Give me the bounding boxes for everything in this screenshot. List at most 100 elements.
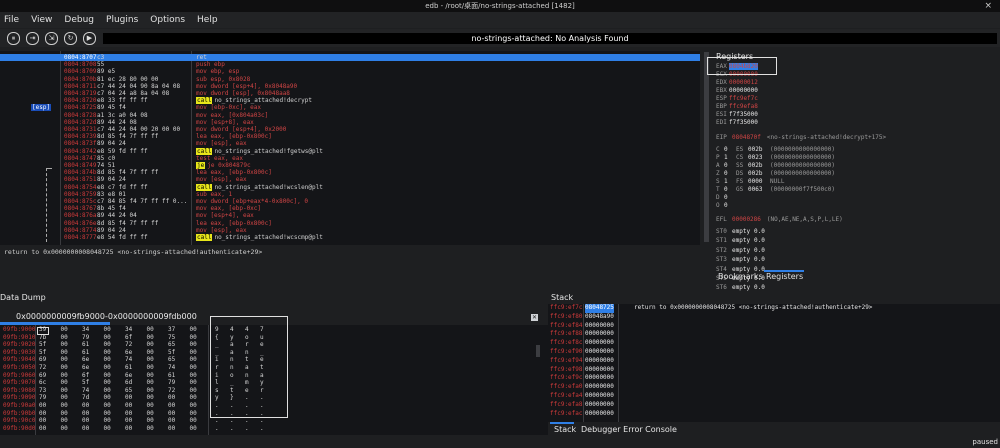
dump-ascii-char[interactable]: . [260, 425, 264, 432]
dump-byte[interactable]: 00 [190, 402, 197, 409]
register-value[interactable]: ffc9ef7c [729, 95, 758, 102]
segment-value[interactable]: 002b [748, 162, 770, 169]
register-value[interactable]: f7f35000 [729, 119, 758, 126]
dump-byte[interactable]: 00 [61, 364, 68, 371]
stack-value[interactable]: 00000000 [585, 348, 614, 357]
flag-value[interactable]: 0 [724, 146, 736, 153]
dump-byte[interactable]: 00 [190, 356, 197, 363]
dump-byte[interactable]: 00 [82, 402, 89, 409]
stack-value[interactable]: 08048a90 [585, 313, 614, 322]
menu-item-options[interactable]: Options [150, 15, 185, 25]
register-value[interactable]: 0804870f [732, 134, 761, 141]
dump-ascii-char[interactable]: . [245, 425, 249, 432]
flag-value[interactable]: 0 [724, 194, 736, 201]
disassembly-row[interactable]: 0804:8708 55 push ebp [0, 61, 700, 68]
dump-byte[interactable]: 00 [168, 417, 175, 424]
dump-byte[interactable]: 6e [82, 364, 89, 371]
stack-value[interactable]: 00000000 [585, 374, 614, 383]
dump-byte[interactable]: 34 [125, 326, 132, 333]
flag-segment-row[interactable]: O0 [716, 202, 770, 209]
dump-byte[interactable]: 00 [104, 387, 111, 394]
disassembly-row[interactable]: 0804:8711 c7 44 24 04 90 8a 04 08 mov dwor… [0, 83, 700, 90]
dump-byte[interactable]: 72 [39, 364, 46, 371]
disassembly-row[interactable]: 0804:8709 89 e5 mov ebp, esp [0, 68, 700, 75]
menu-item-view[interactable]: View [31, 15, 52, 25]
dump-byte[interactable]: 6e [82, 356, 89, 363]
dump-byte[interactable]: 79 [168, 379, 175, 386]
disassembly-view[interactable]: 0804:8707 c3 ret 0804:8708 55 push ebp 0804:87… [0, 51, 700, 245]
flag-segment-row[interactable]: Z 0 DS 002b (0000000000000000) [716, 170, 835, 177]
flag-segment-row[interactable]: S 1 FS 0000 NULL [716, 178, 784, 185]
dump-byte[interactable]: 34 [82, 326, 89, 333]
dump-byte[interactable]: 00 [190, 341, 197, 348]
dump-byte[interactable]: 7d [82, 394, 89, 401]
dump-byte[interactable]: 00 [104, 364, 111, 371]
dump-byte[interactable]: 73 [39, 387, 46, 394]
dump-byte[interactable]: 6f [82, 372, 89, 379]
dump-byte[interactable]: 00 [190, 387, 197, 394]
dump-byte[interactable]: 00 [61, 326, 68, 333]
dump-byte[interactable]: 6c [39, 379, 46, 386]
dump-byte[interactable]: 00 [39, 410, 46, 417]
dump-byte[interactable]: 00 [61, 394, 68, 401]
disassembly-row[interactable]: 0804:8739 8d 85 f4 7f ff ff lea eax, [ebp-… [0, 133, 700, 140]
dump-byte[interactable]: 00 [104, 417, 111, 424]
register-value[interactable]: 00000286 [732, 216, 761, 223]
dump-byte[interactable]: 00 [147, 372, 154, 379]
flag-segment-row[interactable]: T 0 GS 0063 (00000000f7f500c0) [716, 186, 835, 193]
dump-byte[interactable]: 74 [125, 356, 132, 363]
tab-registers[interactable]: Registers [766, 272, 803, 281]
register-efl[interactable]: EFL 00000286 (NO,AE,NE,A,S,P,L,LE) [716, 216, 843, 223]
dump-byte[interactable]: 00 [190, 425, 197, 432]
dump-byte[interactable]: 69 [39, 372, 46, 379]
dump-byte[interactable]: 00 [39, 425, 46, 432]
stack-row[interactable]: ffc9:efa0 00000000 [548, 383, 1000, 392]
disassembly-row[interactable]: 0804:8707 c3 ret [0, 54, 700, 62]
dump-byte[interactable]: 00 [125, 394, 132, 401]
dump-byte[interactable]: 72 [168, 387, 175, 394]
disassembly-row[interactable]: 0804:875c c7 84 85 f4 7f ff ff 0... mov dw… [0, 198, 700, 205]
register-edx[interactable]: EDX 00000012 [716, 79, 758, 86]
dump-byte[interactable]: 00 [125, 417, 132, 424]
disassembly-scrollbar[interactable] [704, 52, 709, 242]
register-esi[interactable]: ESI f7f35000 [716, 111, 758, 118]
disassembly-row[interactable]: 0804:872d 89 44 24 08 mov [esp+8], eax [0, 119, 700, 126]
stack-row[interactable]: ffc9:efa8 00000000 [548, 401, 1000, 410]
flag-segment-row[interactable]: C 0 ES 002b (0000000000000000) [716, 146, 835, 153]
dump-byte[interactable]: 65 [168, 356, 175, 363]
dump-byte[interactable]: 00 [104, 379, 111, 386]
menu-item-help[interactable]: Help [197, 15, 218, 25]
dump-row[interactable]: 09fb:90c0 00 00 00 00 00 00 00 00.... [0, 417, 548, 424]
dump-byte[interactable]: 75 [168, 334, 175, 341]
dump-byte[interactable]: 00 [190, 334, 197, 341]
dump-byte[interactable]: 00 [104, 341, 111, 348]
dump-byte[interactable]: 61 [82, 349, 89, 356]
dump-byte[interactable]: 6f [125, 334, 132, 341]
dump-byte[interactable]: 00 [168, 425, 175, 432]
dump-byte[interactable]: 00 [39, 402, 46, 409]
stack-value[interactable]: 00000000 [585, 339, 614, 348]
flag-segment-row[interactable]: A 0 SS 002b (0000000000000000) [716, 162, 835, 169]
dump-byte[interactable]: 00 [147, 364, 154, 371]
fpu-register[interactable]: ST1 empty 0.0 [716, 237, 765, 244]
dump-byte[interactable]: 5f [82, 379, 89, 386]
disassembly-row[interactable]: 0804:8742 e8 59 fd ff ff call no_strings_at… [0, 147, 700, 155]
stack-value[interactable]: 00000000 [585, 330, 614, 339]
dump-byte[interactable]: 6e [125, 349, 132, 356]
register-eip[interactable]: EIP 0804870f <no-strings-attached!decrypt+… [716, 134, 886, 141]
dump-byte[interactable]: 72 [125, 341, 132, 348]
restart-icon[interactable]: ↻ [64, 32, 77, 45]
dump-byte[interactable]: 00 [82, 417, 89, 424]
dump-ascii-char[interactable]: . [245, 417, 249, 424]
stack-value[interactable]: 00000000 [585, 410, 614, 419]
dump-byte[interactable]: 00 [147, 402, 154, 409]
disassembly-row[interactable]: 0804:8749 74 51 je je 0x804879c [0, 162, 700, 169]
fpu-register[interactable]: ST0 empty 0.0 [716, 228, 765, 235]
dump-byte[interactable]: 6d [125, 379, 132, 386]
dump-byte[interactable]: 00 [147, 349, 154, 356]
dump-byte[interactable]: 00 [147, 379, 154, 386]
stack-value[interactable]: 00000000 [585, 366, 614, 375]
dump-byte[interactable]: 74 [168, 364, 175, 371]
flag-value[interactable]: 1 [724, 178, 736, 185]
dump-ascii-char[interactable]: . [215, 425, 219, 432]
